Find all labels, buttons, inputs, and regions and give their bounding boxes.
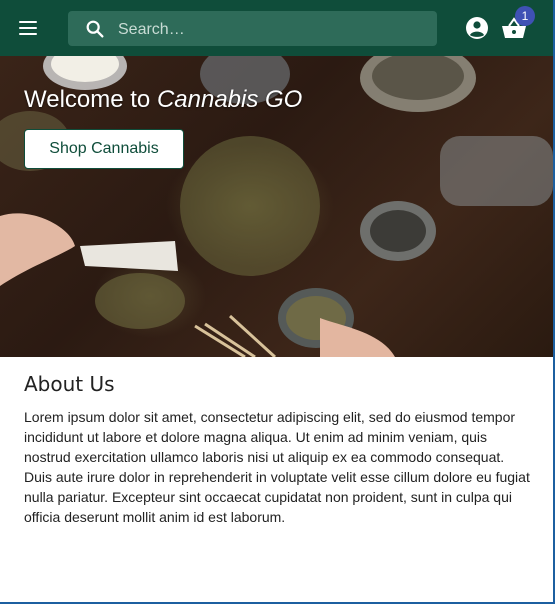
about-body: Lorem ipsum dolor sit amet, consectetur … xyxy=(24,409,530,525)
hero-title-prefix: Welcome to xyxy=(24,86,157,113)
menu-icon-line xyxy=(19,27,37,29)
hero-title: Welcome to Cannabis GO xyxy=(24,86,302,114)
search-icon xyxy=(86,20,104,38)
app-bar: 1 xyxy=(0,0,553,56)
account-circle-icon[interactable] xyxy=(465,16,489,40)
search-input[interactable] xyxy=(116,11,420,48)
menu-button[interactable] xyxy=(10,12,46,44)
menu-icon-line xyxy=(19,21,37,23)
hero-title-brand: Cannabis GO xyxy=(156,86,303,113)
page-frame: 1 Welcome to Cann xyxy=(0,0,555,604)
menu-icon-line xyxy=(19,33,37,35)
about-heading: About Us xyxy=(24,372,115,396)
search-bar xyxy=(68,11,437,48)
cart-count-badge: 1 xyxy=(515,6,535,26)
hero-banner: Welcome to Cannabis GO Shop Cannabis xyxy=(0,56,553,357)
shop-cannabis-button[interactable]: Shop Cannabis xyxy=(24,129,184,169)
